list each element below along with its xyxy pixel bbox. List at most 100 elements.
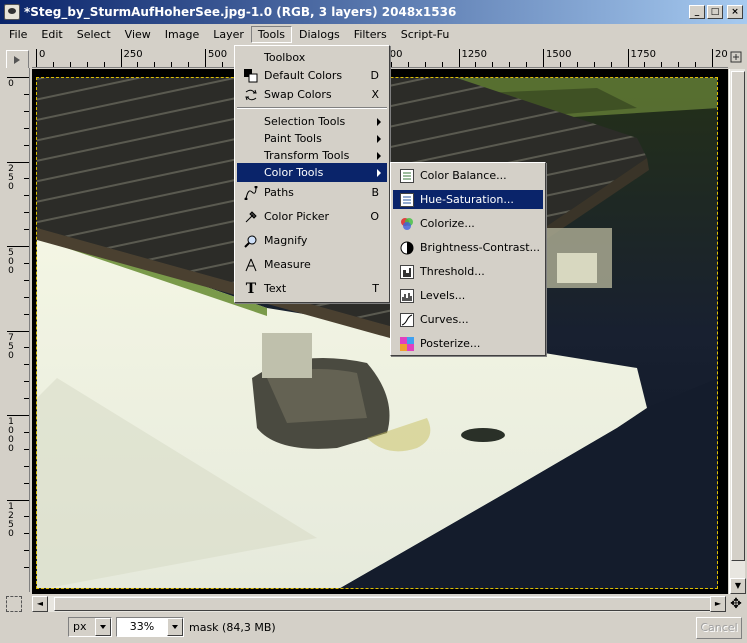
image-menu-arrow-button[interactable] (6, 50, 29, 69)
ruler-minor-tick (24, 110, 29, 112)
ruler-minor-tick (171, 62, 173, 67)
zoom-selector[interactable]: 33% (116, 617, 184, 637)
ruler-major-tick (627, 49, 629, 67)
menu-tools[interactable]: Tools (250, 26, 293, 43)
ruler-minor-tick (24, 144, 29, 146)
menu-item-color-tools[interactable]: Color Tools (237, 163, 387, 182)
ruler-minor-tick (593, 62, 595, 67)
ruler-minor-tick (695, 62, 697, 67)
ruler-minor-tick (610, 62, 612, 67)
ruler-label: 1750 (630, 49, 656, 60)
ruler-minor-tick (24, 195, 29, 197)
ruler-minor-tick (661, 62, 663, 67)
ruler-minor-tick (221, 62, 223, 67)
menu-filters[interactable]: Filters (347, 26, 394, 43)
ruler-major-tick (7, 77, 29, 78)
chevron-down-icon[interactable] (95, 618, 111, 636)
vertical-scrollbar[interactable]: ▼ (729, 69, 746, 594)
zoom-toggle-icon (730, 51, 742, 63)
window-title: *Steg_by_SturmAufHoherSee.jpg-1.0 (RGB, … (24, 5, 457, 19)
navigate-icon[interactable]: ✥ (727, 596, 745, 612)
colorize-icon (399, 216, 415, 232)
submenu-arrow-icon (377, 134, 381, 143)
levels-icon (399, 288, 415, 304)
ruler-minor-tick (576, 62, 578, 67)
ruler-label: 250 (8, 163, 14, 192)
ruler-minor-tick (24, 127, 29, 129)
vertical-scroll-thumb[interactable] (731, 71, 745, 561)
vertical-ruler[interactable]: 0 250 500 750 1000 1250 (4, 68, 30, 592)
horizontal-scroll-thumb[interactable] (54, 597, 714, 611)
menu-item-levels[interactable]: Levels... (393, 286, 543, 305)
ruler-minor-tick (52, 62, 54, 67)
ruler-minor-tick (24, 178, 29, 180)
menu-item-threshold[interactable]: Threshold... (393, 262, 543, 281)
ruler-minor-tick (424, 62, 426, 67)
quick-mask-toggle[interactable] (6, 596, 22, 612)
menu-select[interactable]: Select (70, 26, 118, 43)
menu-dialogs[interactable]: Dialogs (292, 26, 347, 43)
menu-item-text[interactable]: T Text T (237, 279, 387, 298)
menu-item-color-balance[interactable]: Color Balance... (393, 166, 543, 185)
ruler-major-tick (543, 49, 544, 67)
horizontal-scrollbar[interactable]: ◄ ► (32, 596, 726, 612)
ruler-label: 1500 (546, 49, 572, 60)
menu-image[interactable]: Image (158, 26, 206, 43)
maximize-button[interactable]: □ (707, 5, 723, 19)
ruler-minor-tick (24, 229, 29, 231)
menu-script-fu[interactable]: Script-Fu (394, 26, 457, 43)
menu-item-posterize[interactable]: Posterize... (393, 334, 543, 353)
ruler-minor-tick (492, 62, 494, 67)
ruler-major-tick (712, 49, 713, 67)
zoom-toggle-button[interactable] (729, 48, 745, 68)
ruler-label: 1000 (8, 417, 14, 454)
ruler-minor-tick (24, 381, 29, 383)
scroll-right-icon[interactable]: ► (710, 596, 726, 612)
zoom-value[interactable]: 33% (117, 618, 167, 636)
menu-item-toolbox[interactable]: Toolbox (237, 48, 387, 67)
menu-view[interactable]: View (118, 26, 158, 43)
ruler-major-tick (205, 49, 206, 67)
ruler-minor-tick (24, 465, 29, 467)
menu-item-color-picker[interactable]: Color Picker O (237, 207, 387, 226)
minimize-button[interactable]: _ (689, 5, 705, 19)
menu-item-magnify[interactable]: Magnify (237, 231, 387, 250)
menu-layer[interactable]: Layer (206, 26, 251, 43)
ruler-minor-tick (24, 262, 29, 264)
menu-file[interactable]: File (2, 26, 34, 43)
menu-item-brightness-contrast[interactable]: Brightness-Contrast... (393, 238, 543, 257)
ruler-minor-tick (69, 62, 71, 67)
ruler-minor-tick (407, 62, 409, 67)
cancel-button[interactable]: Cancel (696, 617, 742, 639)
menu-item-paths[interactable]: Paths B (237, 183, 387, 202)
menu-item-colorize[interactable]: Colorize... (393, 214, 543, 233)
color-balance-icon (399, 168, 415, 184)
ruler-major-tick (7, 246, 29, 247)
scroll-down-icon[interactable]: ▼ (730, 578, 746, 594)
ruler-major-tick (7, 499, 29, 501)
ruler-minor-tick (678, 62, 680, 67)
text-icon: T (245, 280, 257, 297)
gimp-app-icon[interactable] (4, 4, 20, 20)
unit-selector[interactable]: px (68, 617, 112, 637)
menu-item-default-colors[interactable]: Default Colors D (237, 66, 387, 85)
ruler-minor-tick (24, 448, 29, 450)
close-button[interactable]: × (727, 5, 743, 19)
submenu-arrow-icon (377, 168, 381, 177)
ruler-label: 500 (208, 49, 228, 60)
menu-item-swap-colors[interactable]: Swap Colors X (237, 85, 387, 104)
menu-item-hue-saturation[interactable]: Hue-Saturation... (393, 190, 543, 209)
menu-edit[interactable]: Edit (34, 26, 69, 43)
scroll-left-icon[interactable]: ◄ (32, 596, 48, 612)
ruler-minor-tick (24, 93, 29, 95)
menu-item-curves[interactable]: Curves... (393, 310, 543, 329)
ruler-minor-tick (509, 62, 511, 67)
ruler-label: 250 (123, 49, 143, 60)
menu-item-measure[interactable]: Measure (237, 255, 387, 274)
chevron-down-icon[interactable] (167, 618, 183, 636)
swap-colors-icon (243, 87, 259, 103)
ruler-major-tick (36, 49, 37, 67)
ruler-minor-tick (24, 398, 29, 400)
ruler-minor-tick (24, 482, 29, 484)
default-colors-icon (243, 68, 259, 84)
